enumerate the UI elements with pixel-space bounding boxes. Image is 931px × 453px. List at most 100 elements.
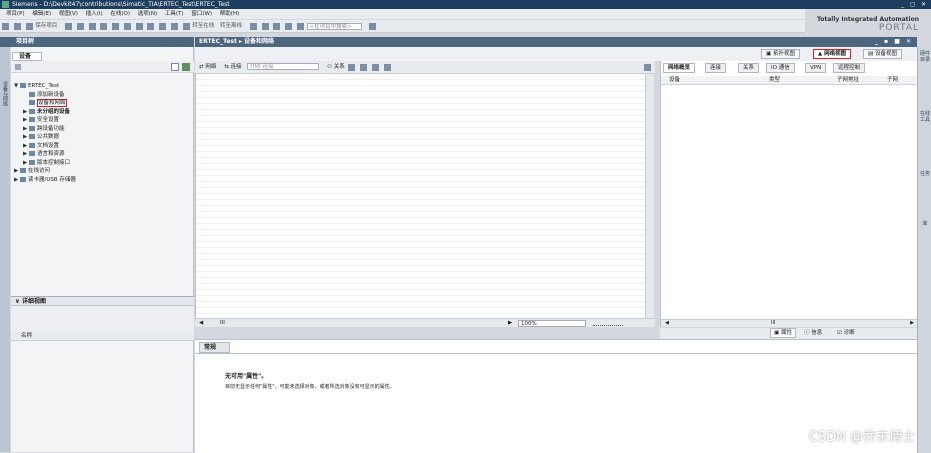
menu-help[interactable]: 帮助(H)	[220, 9, 239, 19]
devices-tab[interactable]: 设备	[12, 52, 42, 61]
menu-options[interactable]: 选项(N)	[138, 9, 157, 19]
menu-project[interactable]: 项目(P)	[6, 9, 25, 19]
tree-item[interactable]: ▶ 未分组的设备	[11, 108, 194, 117]
align-icon[interactable]	[360, 64, 368, 71]
start-cpu-icon[interactable]	[261, 23, 269, 30]
info-tab[interactable]: ⓘ 信息	[804, 328, 822, 339]
cut-icon[interactable]	[76, 23, 84, 30]
upload-icon[interactable]	[170, 23, 178, 30]
tree-home-icon[interactable]	[15, 64, 21, 70]
stop-cpu-icon[interactable]	[273, 23, 281, 30]
zoom-select[interactable]: 100%	[518, 320, 586, 327]
go-online-button[interactable]: 转至在线	[192, 20, 214, 33]
compile-icon[interactable]	[147, 23, 155, 30]
scroll-right-icon[interactable]: ▶	[508, 319, 512, 327]
overview-horizontal-scrollbar[interactable]: ◀ III ▶	[661, 319, 918, 327]
topology-view-tab[interactable]: ▣ 拓扑视图	[761, 49, 800, 59]
detail-view-header[interactable]: ∨ 详细视图	[11, 296, 194, 306]
tree-item[interactable]: ▼ ERTEC_Test	[11, 82, 194, 91]
accessible-devices-icon[interactable]	[249, 23, 257, 30]
scroll-left-icon[interactable]: ◀	[199, 319, 203, 327]
go-offline-button[interactable]: 转至离线	[220, 20, 242, 33]
tree-item[interactable]: ▶ 公共数据	[11, 133, 194, 142]
canvas-maximize-icon[interactable]	[644, 64, 651, 71]
print-icon[interactable]	[65, 23, 73, 30]
network-overview-panel: 网络概览 连接 关系 IO 通信 VPN 远程控制 设备 类型 子网地址 子网 …	[660, 61, 918, 327]
connection-type-select[interactable]: HMI 连接	[247, 63, 320, 70]
overview-scroll-right-icon[interactable]: ▶	[910, 320, 914, 327]
network-mode-label: 网络	[205, 64, 217, 70]
tab-vpn[interactable]: VPN	[805, 63, 827, 73]
canvas-vertical-scrollbar[interactable]	[645, 74, 654, 318]
menu-view[interactable]: 视图(V)	[59, 9, 78, 19]
menu-window[interactable]: 窗口(W)	[191, 9, 212, 19]
menu-edit[interactable]: 编辑(E)	[32, 9, 51, 19]
canvas-horizontal-scrollbar[interactable]: ◀ III ▶ 100%	[195, 318, 655, 327]
task-tasks[interactable]: 任务	[920, 171, 930, 177]
task-online-tools[interactable]: 在线工具	[920, 111, 930, 123]
new-project-icon[interactable]	[2, 23, 9, 30]
tree-item[interactable]: ▶ 版本控制接口	[11, 159, 194, 168]
save-icon[interactable]	[25, 23, 33, 30]
tree-item-label: ERTEC_Test	[28, 83, 60, 89]
download-icon[interactable]	[159, 23, 167, 30]
tree-item[interactable]: ▶ 安全设置	[11, 116, 194, 125]
tree-item[interactable]: ▶ 文档设置	[11, 142, 194, 151]
device-view-tab[interactable]: ▤ 设备视图	[863, 49, 902, 59]
tree-item[interactable]: ▶ 在线访问	[11, 167, 194, 176]
task-hardware-catalog[interactable]: 硬件目录	[920, 51, 930, 63]
general-tab[interactable]: 常规	[199, 342, 230, 353]
editor-window-controls[interactable]: _ ▪ ■ ✕	[875, 37, 913, 47]
connections-button[interactable]: ⇆ 连接	[224, 64, 241, 70]
zoom-slider[interactable]	[593, 320, 623, 326]
layout-icon[interactable]	[348, 64, 356, 71]
simulation-icon[interactable]	[182, 23, 190, 30]
tree-item-label: 跨设备功能	[37, 125, 65, 132]
tree-split-icon[interactable]	[182, 63, 190, 71]
tree-item[interactable]: ▶ 跨设备功能	[11, 125, 194, 134]
open-project-icon[interactable]	[13, 23, 21, 30]
copy-icon[interactable]	[88, 23, 96, 30]
side-tab-devices-networks[interactable]: 设备与网络	[1, 47, 8, 106]
delete-icon[interactable]	[112, 23, 120, 30]
project-tree: ▼ ERTEC_Test 添加新设备 设备和网络 ▶ 未分组的设备 ▶ 安全设置 ▶ 跨设备功能 ▶…	[11, 82, 194, 184]
redo-icon[interactable]	[135, 23, 143, 30]
split-v-icon[interactable]	[296, 23, 304, 30]
network-view-tab[interactable]: ▲ 网络视图	[813, 49, 852, 59]
col-subnet[interactable]: 子网	[887, 76, 898, 85]
zoom-in-icon[interactable]	[383, 64, 391, 71]
tab-remote-control[interactable]: 远程控制	[833, 63, 866, 73]
overview-scroll-left-icon[interactable]: ◀	[665, 320, 669, 327]
network-mode-button[interactable]: ⇄ 网络	[199, 64, 216, 70]
watermark: CSDN @乔末博士	[808, 430, 915, 445]
tab-io-communication[interactable]: IO 通信	[766, 63, 795, 73]
tab-relations[interactable]: 关系	[738, 63, 760, 73]
tree-view-toggle-icon[interactable]	[171, 63, 179, 71]
tree-item[interactable]: 设备和网络	[11, 99, 194, 108]
tree-item[interactable]: ▶ 语言和资源	[11, 150, 194, 159]
relations-button[interactable]: ⚇ 关系	[327, 64, 345, 70]
project-search-input[interactable]: <在项目中搜索>	[306, 23, 362, 30]
tree-item[interactable]: 添加新设备	[11, 91, 194, 100]
col-device[interactable]: 设备	[669, 76, 680, 85]
window-controls[interactable]: _ ◻ ✕	[901, 0, 928, 9]
tree-item-label: 未分组的设备	[37, 108, 71, 115]
properties-tab[interactable]: ▣ 属性	[770, 328, 796, 338]
network-canvas[interactable]	[195, 74, 645, 318]
search-icon[interactable]	[369, 23, 377, 30]
col-type[interactable]: 类型	[769, 76, 780, 85]
undo-icon[interactable]	[123, 23, 131, 30]
save-project-button[interactable]: 保存项目	[35, 20, 57, 33]
grid-icon[interactable]	[371, 64, 379, 71]
task-libraries[interactable]: 库	[920, 221, 930, 227]
menu-insert[interactable]: 插入(I)	[86, 9, 103, 19]
tab-network-overview[interactable]: 网络概览	[663, 63, 696, 73]
menu-tools[interactable]: 工具(T)	[165, 9, 184, 19]
split-h-icon[interactable]	[285, 23, 293, 30]
tab-connections[interactable]: 连接	[705, 63, 727, 73]
col-subnet-address[interactable]: 子网地址	[837, 76, 859, 85]
tree-item[interactable]: ▶ 读卡器/USB 存储器	[11, 176, 194, 185]
menu-online[interactable]: 在线(O)	[110, 9, 130, 19]
paste-icon[interactable]	[100, 23, 108, 30]
diagnostics-tab[interactable]: ☑ 诊断	[837, 328, 855, 339]
